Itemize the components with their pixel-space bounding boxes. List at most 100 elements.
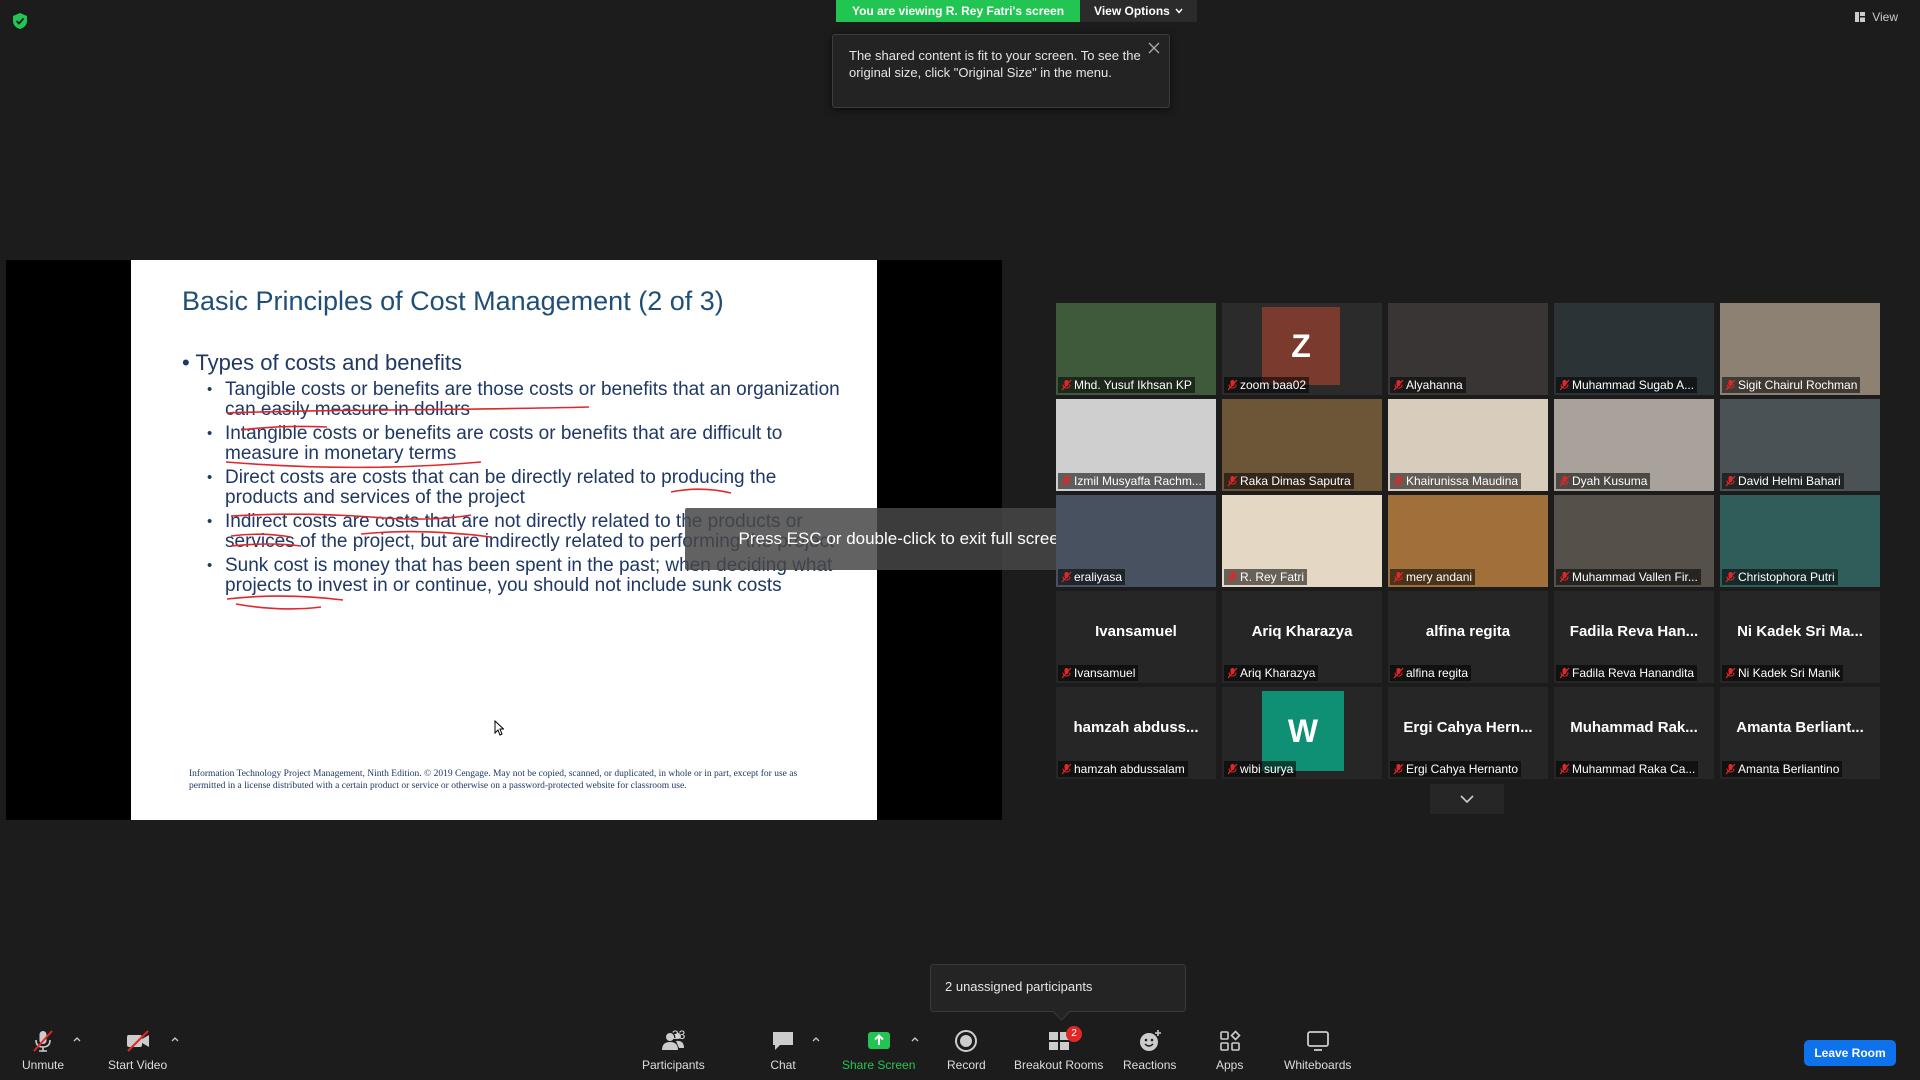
chat-label: Chat: [770, 1058, 796, 1072]
participant-name-label: Raka Dimas Saputra: [1224, 473, 1354, 489]
apps-button[interactable]: Apps: [1216, 1028, 1243, 1072]
share-screen-button[interactable]: Share Screen: [842, 1028, 915, 1072]
participant-tile[interactable]: Christophora Putri: [1720, 495, 1880, 587]
reactions-button[interactable]: Reactions: [1123, 1028, 1176, 1072]
view-button[interactable]: View: [1854, 10, 1898, 24]
breakout-rooms-badge: 2: [1066, 1026, 1082, 1042]
gallery-scroll-down-button[interactable]: [1430, 784, 1504, 814]
unmute-button[interactable]: Unmute: [22, 1028, 64, 1072]
start-video-button[interactable]: Start Video: [108, 1028, 167, 1072]
fit-screen-tooltip: The shared content is fit to your screen…: [832, 34, 1170, 108]
participant-tile[interactable]: David Helmi Bahari: [1720, 399, 1880, 491]
participant-name: Ni Kadek Sri Manik: [1738, 666, 1841, 680]
chevron-up-icon[interactable]: [170, 1034, 180, 1044]
participant-name-label: Ariq Kharazya: [1224, 665, 1319, 681]
participant-tile[interactable]: Ni Kadek Sri Ma... Ni Kadek Sri Manik: [1720, 591, 1880, 683]
participant-tile[interactable]: alfina regita alfina regita: [1388, 591, 1548, 683]
muted-microphone-icon: [1061, 475, 1072, 487]
participant-gallery: Mhd. Yusuf Ikhsan KP Zzoom baa02 Alyahanna…: [1056, 303, 1880, 779]
participant-name-label: hamzah abdussalam: [1058, 761, 1188, 777]
muted-microphone-icon: [1725, 571, 1736, 583]
participant-tile[interactable]: R. Rey Fatri: [1222, 495, 1382, 587]
security-shield-icon[interactable]: [12, 12, 28, 30]
participant-tile[interactable]: Wwibi surya: [1222, 687, 1382, 779]
muted-microphone-icon: [1725, 475, 1736, 487]
participant-name: eraliyasa: [1074, 570, 1123, 584]
participant-tile[interactable]: Mhd. Yusuf Ikhsan KP: [1056, 303, 1216, 395]
zoom-meeting-window: You are viewing R. Rey Fatri's screen Vi…: [0, 0, 1920, 1080]
chat-icon: [773, 1032, 793, 1050]
participant-tile[interactable]: Izmil Musyaffa Rachm...: [1056, 399, 1216, 491]
participant-tile[interactable]: eraliyasa: [1056, 495, 1216, 587]
participant-display-name: Fadila Reva Han...: [1569, 623, 1699, 640]
participant-tile[interactable]: Amanta Berliant... Amanta Berliantino: [1720, 687, 1880, 779]
close-icon[interactable]: [1147, 41, 1161, 55]
participant-tile[interactable]: Khairunissa Maudina: [1388, 399, 1548, 491]
whiteboards-button[interactable]: Whiteboards: [1284, 1028, 1351, 1072]
view-options-button[interactable]: View Options: [1080, 0, 1197, 22]
participant-tile[interactable]: Alyahanna: [1388, 303, 1548, 395]
participant-display-name: Muhammad Rak...: [1570, 719, 1698, 736]
view-options-label: View Options: [1094, 4, 1170, 18]
participants-label: Participants: [642, 1058, 705, 1072]
participant-name: Dyah Kusuma: [1572, 474, 1648, 488]
slide-title: Basic Principles of Cost Management (2 o…: [182, 286, 724, 316]
participant-name: mery andani: [1406, 570, 1473, 584]
chevron-up-icon[interactable]: [72, 1034, 82, 1044]
muted-microphone-icon: [1559, 763, 1570, 775]
breakout-rooms-button[interactable]: 2 Breakout Rooms: [1014, 1026, 1103, 1072]
participant-name: Sigit Chairul Rochman: [1738, 378, 1858, 392]
participant-name-label: Izmil Musyaffa Rachm...: [1058, 473, 1205, 489]
participant-tile[interactable]: Ergi Cahya Hern... Ergi Cahya Hernanto: [1388, 687, 1548, 779]
chevron-up-icon[interactable]: [811, 1034, 821, 1044]
participant-name-label: Muhammad Vallen Fir...: [1556, 569, 1701, 585]
participant-name-label: Ergi Cahya Hernanto: [1390, 761, 1522, 777]
participant-tile[interactable]: hamzah abduss... hamzah abdussalam: [1056, 687, 1216, 779]
chevron-up-icon[interactable]: [910, 1034, 920, 1044]
muted-microphone-icon: [1227, 667, 1238, 679]
muted-microphone-icon: [1061, 379, 1072, 391]
apps-label: Apps: [1216, 1058, 1244, 1072]
muted-microphone-icon: [1725, 379, 1736, 391]
leave-room-button[interactable]: Leave Room: [1804, 1040, 1896, 1066]
participant-tile[interactable]: Zzoom baa02: [1222, 303, 1382, 395]
participant-name: Mhd. Yusuf Ikhsan KP: [1074, 378, 1192, 392]
record-button[interactable]: Record: [947, 1028, 986, 1072]
slide-bullet: Tangible costs or benefits are those cos…: [207, 380, 841, 420]
meeting-toolbar: Unmute Start Video 33 Participants Chat …: [0, 1020, 1920, 1080]
muted-microphone-icon: [1559, 667, 1570, 679]
apps-icon: [1219, 1030, 1241, 1051]
participant-tile[interactable]: Dyah Kusuma: [1554, 399, 1714, 491]
participant-tile[interactable]: mery andani: [1388, 495, 1548, 587]
participant-tile[interactable]: Ariq Kharazya Ariq Kharazya: [1222, 591, 1382, 683]
participant-name: Christophora Putri: [1738, 570, 1835, 584]
chat-button[interactable]: Chat: [770, 1028, 796, 1072]
participant-name: Raka Dimas Saputra: [1240, 474, 1351, 488]
participant-name: David Helmi Bahari: [1738, 474, 1841, 488]
participant-tile[interactable]: Sigit Chairul Rochman: [1720, 303, 1880, 395]
reactions-smiley-icon: [1139, 1030, 1161, 1051]
slide-bullet: Direct costs are costs that can be direc…: [207, 468, 841, 508]
participant-name: Izmil Musyaffa Rachm...: [1074, 474, 1202, 488]
participant-tile[interactable]: Fadila Reva Han... Fadila Reva Hanandita: [1554, 591, 1714, 683]
participants-button[interactable]: 33 Participants: [642, 1028, 705, 1072]
muted-microphone-icon: [1725, 763, 1736, 775]
grid-view-icon: [1855, 12, 1866, 22]
participant-name-label: Ivansamuel: [1058, 665, 1139, 681]
slide-bullet: Intangible costs or benefits are costs o…: [207, 424, 841, 464]
participant-tile[interactable]: Muhammad Rak... Muhammad Raka Ca...: [1554, 687, 1714, 779]
participant-name: hamzah abdussalam: [1074, 762, 1185, 776]
participant-avatar: W: [1262, 691, 1344, 771]
participant-tile[interactable]: Raka Dimas Saputra: [1222, 399, 1382, 491]
participant-name: Ariq Kharazya: [1240, 666, 1316, 680]
participant-name-label: alfina regita: [1390, 665, 1472, 681]
participant-tile[interactable]: Muhammad Sugab A...: [1554, 303, 1714, 395]
participant-tile[interactable]: Muhammad Vallen Fir...: [1554, 495, 1714, 587]
unassigned-participants-popup[interactable]: 2 unassigned participants: [930, 964, 1186, 1012]
participant-tile[interactable]: Ivansamuel Ivansamuel: [1056, 591, 1216, 683]
participant-name-label: David Helmi Bahari: [1722, 473, 1844, 489]
muted-microphone-icon: [1559, 379, 1570, 391]
muted-microphone-icon: [1227, 379, 1238, 391]
participant-name-label: Sigit Chairul Rochman: [1722, 377, 1861, 393]
participant-name: Fadila Reva Hanandita: [1572, 666, 1695, 680]
